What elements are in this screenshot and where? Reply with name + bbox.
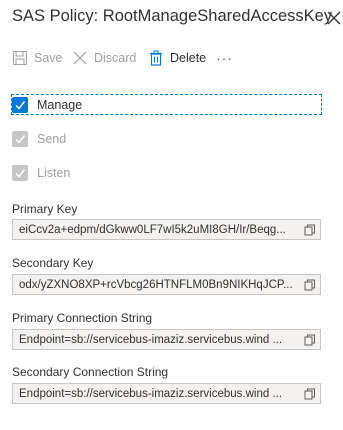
save-label: Save	[34, 51, 63, 65]
primary-connection-string-field[interactable]: Endpoint=sb://servicebus-imaziz.serviceb…	[12, 329, 321, 350]
discard-button[interactable]: Discard	[72, 46, 136, 70]
trash-icon	[150, 50, 162, 66]
checkbox-checked-icon	[12, 131, 28, 147]
copy-button[interactable]	[300, 275, 320, 294]
secondary-key-value[interactable]: odx/yZXNO8XP+rcVbcg26HTNFLM0Bn9NIKHqJCP.…	[13, 279, 300, 291]
save-button[interactable]: Save	[12, 46, 63, 70]
secondary-key-field[interactable]: odx/yZXNO8XP+rcVbcg26HTNFLM0Bn9NIKHqJCP.…	[12, 274, 321, 295]
close-icon[interactable]	[323, 7, 343, 29]
save-icon	[13, 51, 27, 65]
primary-key-field[interactable]: eiCcv2a+edpm/dGkww0LF7wI5k2uMI8GH/Ir/Beq…	[12, 219, 321, 240]
send-label: Send	[37, 132, 67, 146]
secondary-connection-string-field[interactable]: Endpoint=sb://servicebus-imaziz.serviceb…	[12, 383, 321, 404]
copy-icon	[304, 224, 315, 235]
secondary-key-label: Secondary Key	[12, 256, 94, 270]
primary-key-value[interactable]: eiCcv2a+edpm/dGkww0LF7wI5k2uMI8GH/Ir/Beq…	[13, 224, 300, 236]
copy-button[interactable]	[300, 384, 320, 403]
listen-label: Listen	[37, 166, 71, 180]
listen-checkbox: Listen	[12, 162, 70, 184]
secondary-connection-string-label: Secondary Connection String	[12, 365, 169, 379]
checkbox-checked-icon	[12, 97, 28, 113]
discard-icon	[73, 51, 87, 65]
manage-label: Manage	[37, 98, 83, 112]
copy-button[interactable]	[300, 330, 320, 349]
primary-key-label: Primary Key	[12, 202, 78, 216]
delete-label: Delete	[170, 51, 207, 65]
manage-checkbox[interactable]: Manage	[12, 94, 82, 116]
send-checkbox: Send	[12, 128, 66, 150]
primary-connection-string-label: Primary Connection String	[12, 311, 153, 325]
discard-label: Discard	[94, 51, 137, 65]
command-bar: Save Discard Delete ···	[12, 46, 343, 70]
panel-title: SAS Policy: RootManageSharedAccessKey	[12, 7, 333, 25]
copy-button[interactable]	[300, 220, 320, 239]
copy-icon	[304, 334, 315, 345]
copy-icon	[304, 279, 315, 290]
checkbox-checked-icon	[12, 165, 28, 181]
sas-policy-panel: SAS Policy: RootManageSharedAccessKey Sa…	[0, 0, 343, 430]
more-button[interactable]: ···	[216, 46, 233, 70]
delete-button[interactable]: Delete	[148, 46, 206, 70]
primary-connection-string-value[interactable]: Endpoint=sb://servicebus-imaziz.serviceb…	[13, 334, 300, 346]
secondary-connection-string-value[interactable]: Endpoint=sb://servicebus-imaziz.serviceb…	[13, 388, 300, 400]
copy-icon	[304, 388, 315, 399]
panel-header: SAS Policy: RootManageSharedAccessKey	[12, 5, 343, 31]
